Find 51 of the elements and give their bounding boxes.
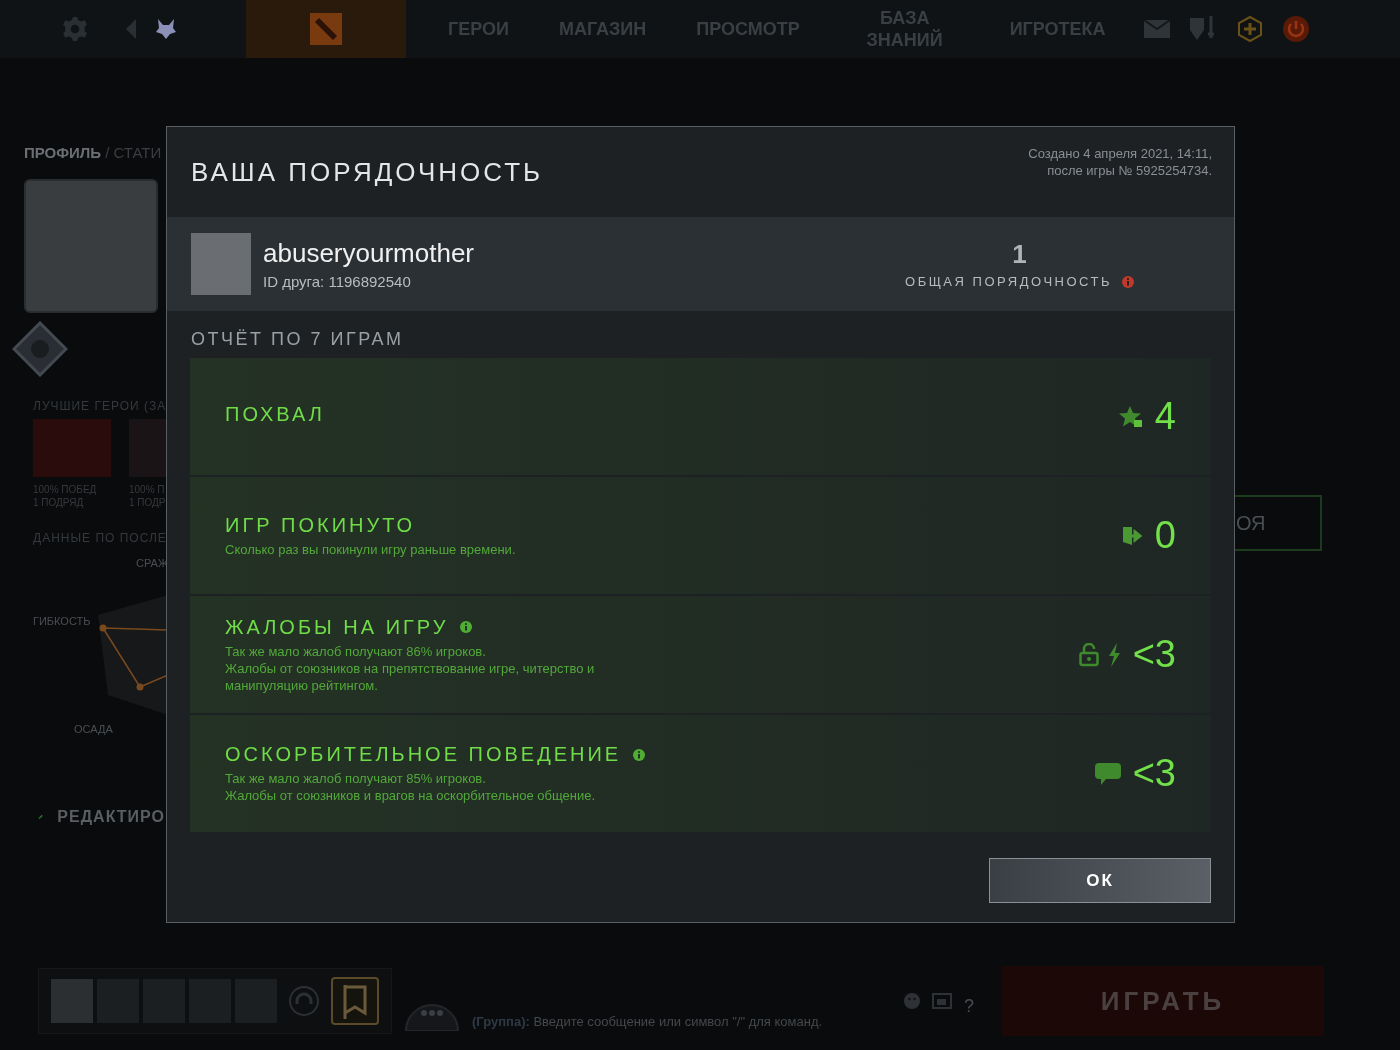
chat-input-field[interactable]: (Группа): Введите сообщение или символ "/" для команд. — [472, 1013, 892, 1029]
screen-icon[interactable] — [932, 993, 952, 1009]
star-thumb-icon — [1118, 404, 1143, 429]
dialog-title: ВАША ПОРЯДОЧНОСТЬ — [191, 156, 544, 188]
row-value: 0 — [1154, 514, 1176, 557]
row-description: Так же мало жалоб получают 86% игроков. — [225, 642, 487, 660]
created-date: Создано 4 апреля 2021, 14:11, — [1028, 145, 1212, 162]
avatar-placeholder — [191, 233, 251, 295]
power-icon[interactable] — [1281, 15, 1310, 43]
smiley-icon[interactable] — [904, 993, 920, 1009]
row-value: 4 — [1154, 395, 1176, 438]
row-value: <3 — [1132, 752, 1176, 795]
wolf-head-icon[interactable] — [154, 17, 178, 41]
help-button[interactable]: ? — [964, 995, 974, 1017]
back-arrow-icon[interactable] — [126, 19, 136, 39]
settings-icon[interactable] — [62, 16, 88, 42]
row-title: ОСКОРБИТЕЛЬНОЕ ПОВЕДЕНИЕ — [225, 743, 622, 766]
info-icon[interactable] — [460, 621, 473, 633]
exit-door-icon — [1120, 524, 1143, 547]
edit-link[interactable]: РЕДАКТИРО — [57, 808, 165, 826]
overall-score-label: ОБЩАЯ ПОРЯДОЧНОСТЬ — [905, 274, 1112, 289]
row-value: <3 — [1132, 633, 1176, 676]
overall-score: 1 — [1012, 239, 1027, 270]
plus-hexagon-icon[interactable] — [1235, 15, 1264, 43]
match-number: после игры № 5925254734. — [1047, 162, 1212, 179]
row-description: Сколько раз вы покинули игру раньше времени. — [225, 540, 517, 558]
lightning-icon — [1106, 642, 1121, 667]
friend-id: ID друга: 1196892540 — [263, 273, 412, 290]
hero-image-placeholder — [129, 419, 169, 477]
avatar-placeholder[interactable] — [51, 979, 93, 1023]
info-icon[interactable] — [1122, 275, 1134, 288]
chat-icon — [1094, 762, 1121, 785]
row-title: ИГР ПОКИНУТО — [225, 513, 416, 537]
row-title: ЖАЛОБЫ НА ИГРУ — [225, 615, 449, 639]
mail-icon[interactable] — [1143, 20, 1170, 38]
radar-label: ГИБКОСТЬ — [33, 615, 91, 627]
radar-label: ОСАДА — [74, 723, 113, 735]
report-title: ОТЧЁТ ПО 7 ИГРАМ — [191, 329, 405, 350]
row-description: Жалобы от союзников на препятствование игре, читерство и манипуляцию рейтингом. — [225, 659, 596, 694]
info-icon[interactable] — [633, 748, 646, 761]
padlock-icon — [1078, 642, 1099, 667]
headset-icon[interactable] — [289, 986, 319, 1016]
rank-emblem-icon — [12, 321, 68, 377]
row-description: Жалобы от союзников и врагов на оскорбительное общение. — [225, 787, 596, 804]
row-title: ПОХВАЛ — [225, 403, 325, 426]
play-button[interactable]: ИГРАТЬ — [1002, 966, 1324, 1036]
row-description: Так же мало жалоб получают 85% игроков. — [225, 770, 487, 787]
ok-button[interactable]: ОК — [989, 858, 1211, 903]
banner-icon[interactable] — [331, 977, 379, 1025]
profile-tab[interactable]: ПРОФИЛЬ — [24, 144, 102, 161]
player-name: abuseryourmother — [263, 238, 474, 269]
